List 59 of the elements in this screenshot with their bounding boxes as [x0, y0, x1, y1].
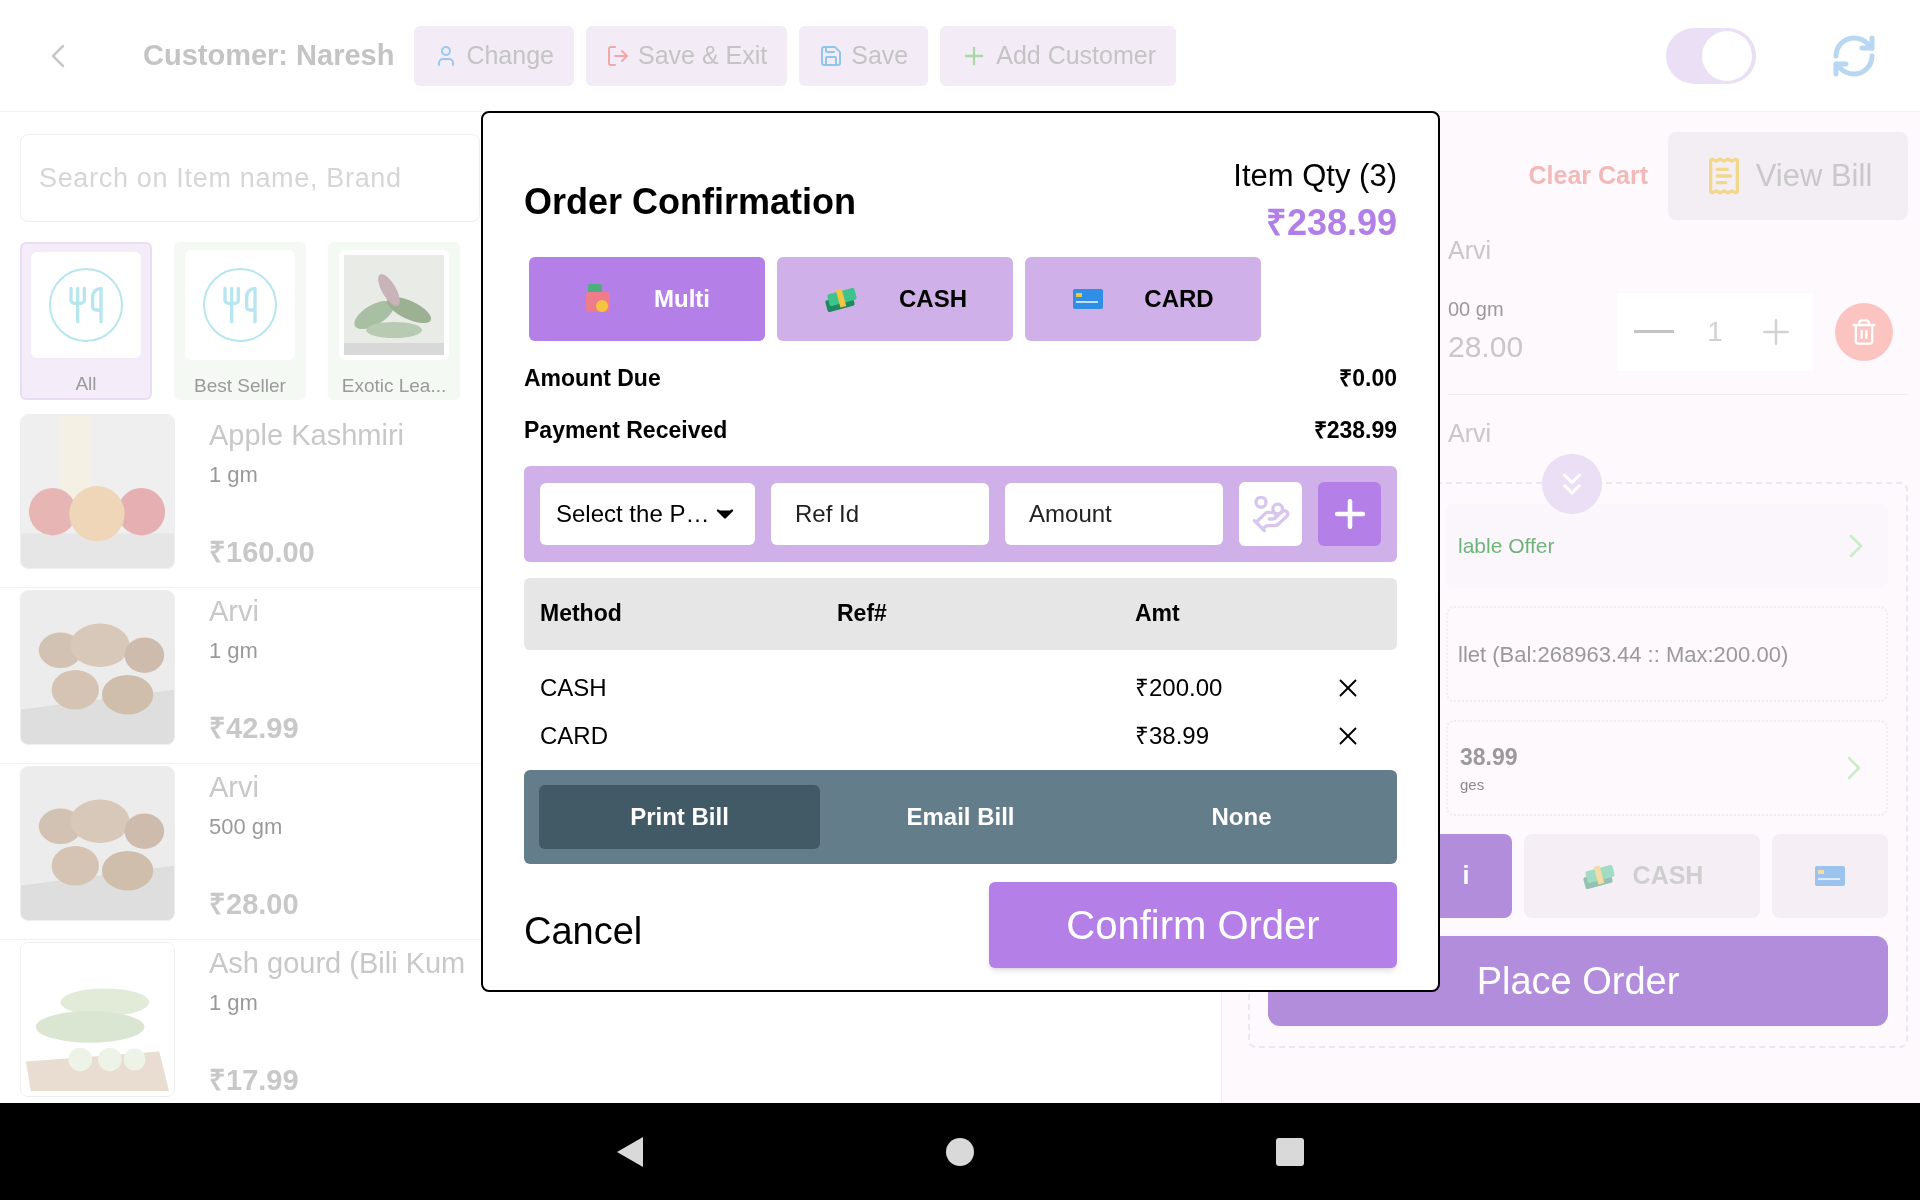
method-cell-text: CASH: [540, 672, 608, 703]
square-icon: [1275, 1136, 1305, 1167]
dialog-title: Order Confirmation: [524, 180, 856, 224]
triangle-icon: [615, 1134, 645, 1169]
minus-icon: [1633, 330, 1674, 333]
summary-label: Payment Received: [524, 416, 728, 445]
order-total: ₹238.99: [1265, 200, 1397, 245]
confirm-order-button[interactable]: Confirm Order: [989, 881, 1397, 968]
amount-cell-text: ₹38.99: [1135, 720, 1211, 751]
cash-stack-icon: [1580, 862, 1617, 890]
method-cell-text: CARD: [540, 720, 609, 751]
bill-option[interactable]: None: [1101, 784, 1382, 849]
save-icon: [819, 43, 844, 68]
category-tile[interactable]: Exotic Lea...: [328, 242, 460, 400]
product-unit: 500 gm: [209, 812, 284, 841]
back-nav-button[interactable]: [615, 1134, 645, 1169]
add-payment-button[interactable]: [1318, 481, 1381, 546]
payment-method-select[interactable]: Select the P…: [540, 482, 756, 545]
clear-cart-button[interactable]: Clear Cart: [1528, 157, 1648, 195]
home-nav-button[interactable]: [945, 1136, 975, 1167]
cutlery-icon: [203, 267, 277, 342]
ref-id-field[interactable]: Ref Id: [771, 482, 990, 545]
product-unit: 1 gm: [209, 460, 259, 489]
total-amount: 38.99: [1460, 742, 1518, 772]
exit-icon: [606, 43, 630, 68]
cancel-button[interactable]: Cancel: [524, 903, 643, 960]
column-header: Amt: [1135, 599, 1181, 629]
expand-button[interactable]: [1542, 454, 1602, 514]
column-header: Ref#: [837, 599, 888, 629]
hand-coins-icon: [1250, 493, 1291, 534]
summary-value: ₹238.99: [1313, 416, 1397, 445]
credit-card-icon: [1072, 287, 1105, 310]
product-unit: 1 gm: [209, 988, 259, 1017]
category-tile[interactable]: Best Seller: [174, 242, 306, 400]
summary-label: Amount Due: [524, 363, 661, 393]
trash-icon: [1850, 317, 1878, 346]
amount-cell-text: ₹200.00: [1135, 672, 1224, 703]
category-tile[interactable]: All: [20, 242, 152, 400]
customer-name: Customer: Naresh: [143, 37, 395, 73]
cart-item-unit: 00 gm: [1448, 297, 1505, 322]
amount-field[interactable]: Amount: [1005, 482, 1224, 545]
cutlery-icon: [49, 267, 123, 342]
payment-tile[interactable]: [1772, 834, 1888, 918]
bill-option[interactable]: Print Bill: [539, 784, 820, 849]
credit-card-icon: [1814, 865, 1846, 887]
item-quantity: Item Qty (3): [1233, 157, 1397, 195]
payment-mode-tab[interactable]: CARD: [1025, 256, 1261, 341]
payment-mode-tab[interactable]: Multi: [529, 256, 765, 341]
payment-action-button[interactable]: [1239, 481, 1302, 546]
wallet-row[interactable]: llet (Bal:268963.44 :: Max:200.00): [1446, 606, 1888, 702]
column-header: Method: [540, 599, 623, 629]
summary-value: ₹0.00: [1339, 363, 1397, 393]
circle-icon: [945, 1136, 975, 1167]
product-unit: 1 gm: [209, 636, 259, 665]
bill-option[interactable]: Email Bill: [820, 784, 1101, 849]
decrease-button[interactable]: [1633, 330, 1674, 333]
total-note: ges: [1460, 775, 1486, 795]
payment-mode-tab[interactable]: CASH: [777, 256, 1013, 341]
recents-nav-button[interactable]: [1275, 1136, 1305, 1167]
